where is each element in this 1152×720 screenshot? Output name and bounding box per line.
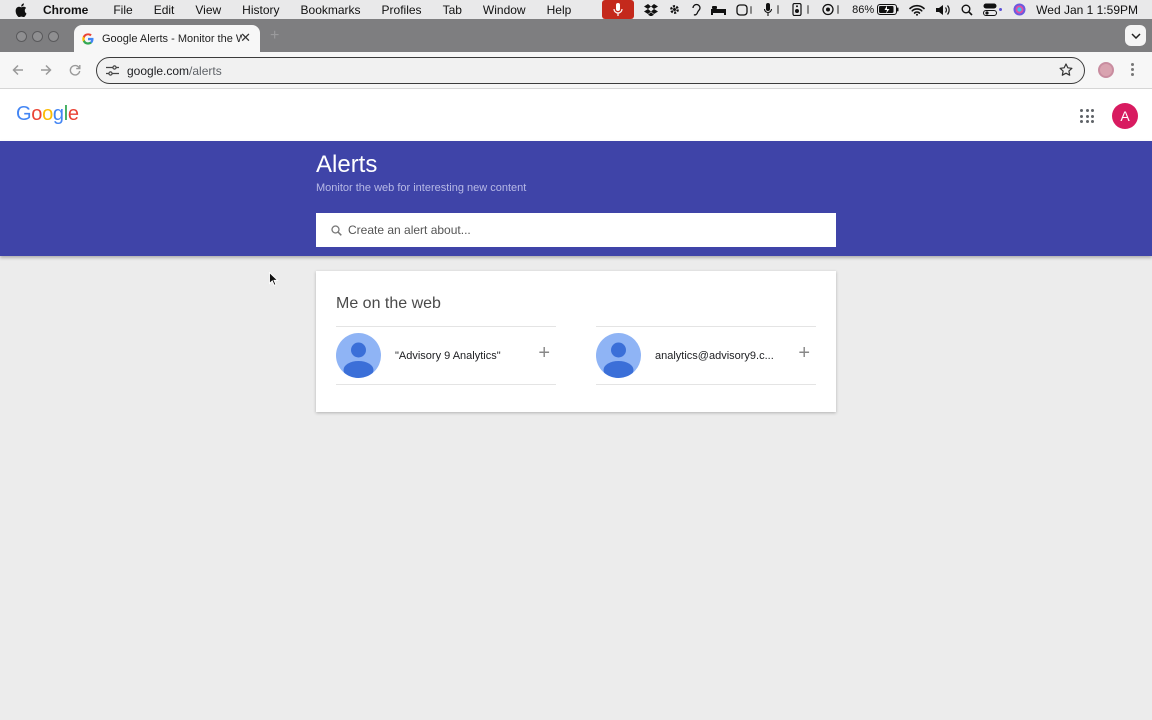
url-text[interactable]: google.com/alerts — [127, 64, 222, 78]
add-alert-plus-icon[interactable]: + — [538, 343, 550, 363]
logo-letter: o — [31, 103, 43, 125]
me-on-the-web-card: Me on the web "Advisory 9 Analytics" + a… — [316, 271, 836, 412]
battery-percent: 86% — [852, 3, 875, 16]
create-alert-box[interactable] — [316, 213, 836, 247]
search-icon — [331, 224, 342, 236]
bookmark-star-icon[interactable] — [1059, 63, 1073, 77]
page-title: Alerts — [316, 151, 378, 178]
logo-letter: o — [42, 103, 53, 125]
battery-icon — [877, 4, 899, 15]
google-apps-grid-icon[interactable] — [1080, 109, 1094, 123]
browser-toolbar: google.com/alerts — [0, 52, 1152, 89]
display-icon[interactable] — [736, 3, 754, 16]
tab-search-chevron-down-icon[interactable] — [1125, 25, 1146, 46]
forward-arrow-icon[interactable] — [37, 61, 55, 79]
siri-icon[interactable] — [1013, 3, 1026, 16]
macos-menu-bar: Chrome File Edit View History Bookmarks … — [0, 0, 1152, 19]
gear-icon[interactable] — [668, 3, 681, 16]
speaker-device-icon[interactable] — [792, 3, 812, 16]
camera-icon[interactable] — [822, 3, 842, 16]
browser-tab-strip: Google Alerts - Monitor the Web ✕ + — [0, 19, 1152, 52]
battery-status[interactable]: 86% — [852, 4, 899, 16]
suggestion-label: analytics@advisory9.c... — [655, 349, 774, 362]
back-arrow-icon[interactable] — [9, 61, 27, 79]
browser-tab-active[interactable]: Google Alerts - Monitor the Web ✕ — [74, 25, 260, 52]
profile-extension-icon[interactable] — [1098, 62, 1114, 78]
chrome-menu-icon[interactable] — [1131, 63, 1134, 76]
window-minimize-button[interactable] — [32, 31, 43, 42]
person-avatar-icon — [596, 333, 641, 378]
clock[interactable]: Wed Jan 1 1:59PM — [1036, 3, 1138, 17]
site-settings-icon[interactable] — [106, 65, 119, 76]
spotlight-search-icon[interactable] — [961, 4, 973, 16]
mic-level-icon[interactable] — [764, 3, 782, 16]
alerts-banner: Alerts Monitor the web for interesting n… — [0, 141, 1152, 256]
menu-window[interactable]: Window — [483, 3, 526, 17]
page-content: Google A Alerts Monitor the web for inte… — [0, 89, 1152, 720]
card-title: Me on the web — [336, 295, 441, 312]
mouse-cursor-icon — [269, 271, 279, 291]
dropbox-icon[interactable] — [644, 3, 659, 16]
hearing-icon[interactable] — [691, 3, 701, 16]
wifi-icon[interactable] — [909, 4, 925, 16]
volume-icon[interactable] — [935, 4, 951, 16]
control-center-icon[interactable] — [983, 3, 1003, 16]
logo-letter: e — [67, 103, 79, 125]
menu-history[interactable]: History — [242, 3, 279, 17]
person-avatar-icon — [336, 333, 381, 378]
suggestion-label: "Advisory 9 Analytics" — [395, 349, 501, 362]
microphone-icon[interactable] — [602, 0, 635, 19]
apple-icon[interactable] — [15, 2, 29, 17]
menu-view[interactable]: View — [195, 3, 221, 17]
suggestion-item[interactable]: analytics@advisory9.c... + — [596, 326, 816, 385]
menu-file[interactable]: File — [113, 3, 132, 17]
menu-bookmarks[interactable]: Bookmarks — [301, 3, 361, 17]
suggestion-item[interactable]: "Advisory 9 Analytics" + — [336, 326, 556, 385]
menu-tab[interactable]: Tab — [443, 3, 462, 17]
window-zoom-button[interactable] — [48, 31, 59, 42]
bed-icon[interactable] — [711, 5, 727, 15]
tab-title: Google Alerts - Monitor the Web — [102, 32, 242, 45]
window-close-button[interactable] — [16, 31, 27, 42]
google-header: Google A — [0, 89, 1152, 141]
status-area: 86% Wed Jan 1 1:59PM — [602, 0, 1138, 19]
url-host: google.com — [127, 63, 190, 78]
logo-letter: G — [16, 103, 32, 125]
logo-letter: g — [52, 103, 64, 125]
google-favicon-icon — [82, 32, 94, 45]
menu-profiles[interactable]: Profiles — [382, 3, 422, 17]
address-bar[interactable]: google.com/alerts — [96, 57, 1085, 84]
menu-help[interactable]: Help — [547, 3, 572, 17]
tab-close-icon[interactable]: ✕ — [240, 30, 251, 46]
page-subtitle: Monitor the web for interesting new cont… — [316, 182, 527, 194]
add-alert-plus-icon[interactable]: + — [798, 343, 810, 363]
account-avatar[interactable]: A — [1112, 103, 1138, 129]
url-path: /alerts — [189, 63, 222, 78]
google-logo[interactable]: Google — [16, 103, 79, 126]
menu-edit[interactable]: Edit — [154, 3, 175, 17]
reload-icon[interactable] — [66, 61, 84, 79]
new-tab-icon[interactable]: + — [270, 27, 279, 45]
create-alert-input[interactable] — [348, 223, 818, 237]
menu-app-name[interactable]: Chrome — [43, 3, 88, 17]
